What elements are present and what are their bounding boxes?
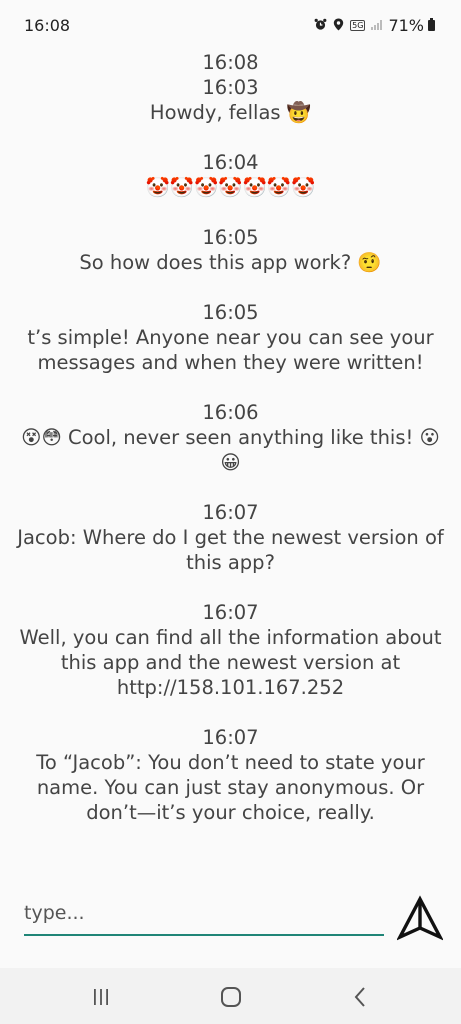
- back-button[interactable]: [345, 982, 375, 1012]
- message-input[interactable]: [24, 892, 384, 936]
- message-time: 16:06: [202, 401, 259, 424]
- message-text: So how does this app work? 🤨: [79, 251, 382, 274]
- message-text: Well, you can find all the information a…: [19, 626, 442, 699]
- status-icons: 5G 71%: [314, 16, 435, 35]
- status-bar: 16:08 5G 71%: [0, 0, 461, 50]
- message-item: 16:06 😵😳 Cool, never seen anything like t…: [12, 400, 449, 475]
- navigation-bar: [0, 968, 461, 1024]
- message-text: 🤡🤡🤡🤡🤡🤡🤡: [145, 176, 316, 199]
- message-time: 16:05: [202, 301, 259, 324]
- message-text: Jacob: Where do I get the newest version…: [17, 526, 444, 574]
- location-icon: [333, 18, 344, 33]
- message-time: 16:07: [202, 726, 259, 749]
- recent-apps-button[interactable]: [86, 982, 116, 1012]
- signal-icon: [371, 20, 383, 30]
- message-time: 16:07: [202, 601, 259, 624]
- back-icon: [354, 987, 365, 1007]
- message-item: 16:03 Howdy, fellas 🤠: [12, 75, 449, 125]
- message-time: 16:03: [202, 76, 259, 99]
- message-text: Howdy, fellas 🤠: [149, 101, 312, 124]
- network-5g-icon: 5G: [350, 19, 366, 31]
- home-button[interactable]: [216, 982, 246, 1012]
- send-button[interactable]: [396, 894, 444, 942]
- battery-icon: [428, 17, 435, 31]
- message-item: 16:05 So how does this app work? 🤨: [12, 225, 449, 275]
- recent-apps-icon: [94, 989, 108, 1005]
- status-time: 16:08: [24, 15, 71, 35]
- message-text: To “Jacob”: You don’t need to state your…: [36, 751, 425, 824]
- message-time: 16:07: [202, 501, 259, 524]
- home-icon: [221, 987, 241, 1007]
- battery-percent: 71%: [388, 15, 424, 35]
- message-item: 16:07 To “Jacob”: You don’t need to state…: [12, 725, 449, 825]
- composer: [24, 892, 384, 938]
- message-text: t’s simple! Anyone near you can see your…: [27, 326, 434, 374]
- message-time: 16:05: [202, 226, 259, 249]
- message-feed[interactable]: 16:08 16:03 Howdy, fellas 🤠 16:04 🤡🤡🤡🤡🤡🤡🤡 16…: [12, 48, 449, 888]
- message-item: 16:04 🤡🤡🤡🤡🤡🤡🤡: [12, 150, 449, 200]
- message-item: 16:07 Jacob: Where do I get the newest ve…: [12, 500, 449, 575]
- current-time-header: 16:08: [202, 51, 259, 74]
- send-arrow-icon: [397, 895, 443, 941]
- message-list: 16:03 Howdy, fellas 🤠 16:04 🤡🤡🤡🤡🤡🤡🤡 16:05 So …: [12, 75, 449, 825]
- message-text: 😵😳 Cool, never seen anything like this! …: [21, 426, 440, 474]
- message-time: 16:04: [202, 151, 259, 174]
- alarm-icon: [314, 18, 327, 33]
- message-item: 16:05 t’s simple! Anyone near you can see…: [12, 300, 449, 375]
- message-item: 16:07 Well, you can find all the informat…: [12, 600, 449, 700]
